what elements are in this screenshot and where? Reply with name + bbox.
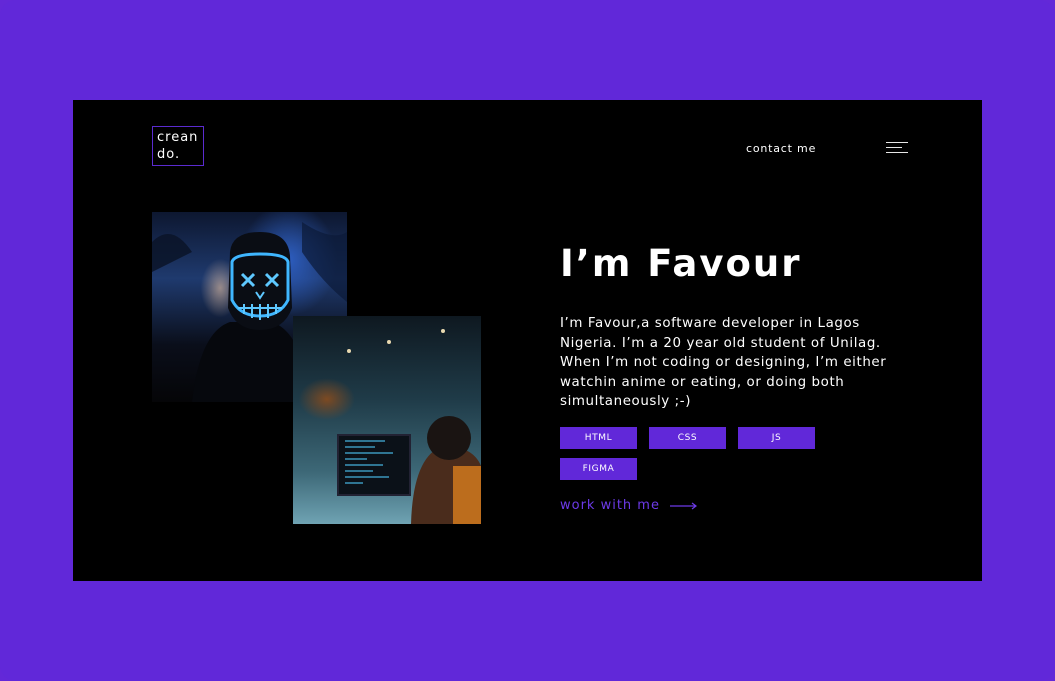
landing-frame: crean do. contact me I’m Favour I’m Favo… <box>73 100 982 581</box>
work-with-me-link[interactable]: work with me <box>560 498 698 513</box>
logo-line-2: do. <box>157 147 181 162</box>
hamburger-menu-icon[interactable] <box>886 140 908 156</box>
coding-office-photo <box>293 316 481 524</box>
tag-figma[interactable]: FIGMA <box>560 458 637 480</box>
logo[interactable]: crean do. <box>152 126 204 166</box>
tag-html[interactable]: HTML <box>560 427 637 449</box>
contact-me-link[interactable]: contact me <box>746 142 816 155</box>
work-with-me-label: work with me <box>560 498 660 513</box>
tag-css[interactable]: CSS <box>649 427 726 449</box>
hero-bio: I’m Favour,a software developer in Lagos… <box>560 316 887 409</box>
tag-js[interactable]: JS <box>738 427 815 449</box>
logo-line-1: crean <box>157 130 199 145</box>
arrow-right-icon <box>669 502 697 509</box>
hero-title: I’m Favour <box>560 242 802 285</box>
